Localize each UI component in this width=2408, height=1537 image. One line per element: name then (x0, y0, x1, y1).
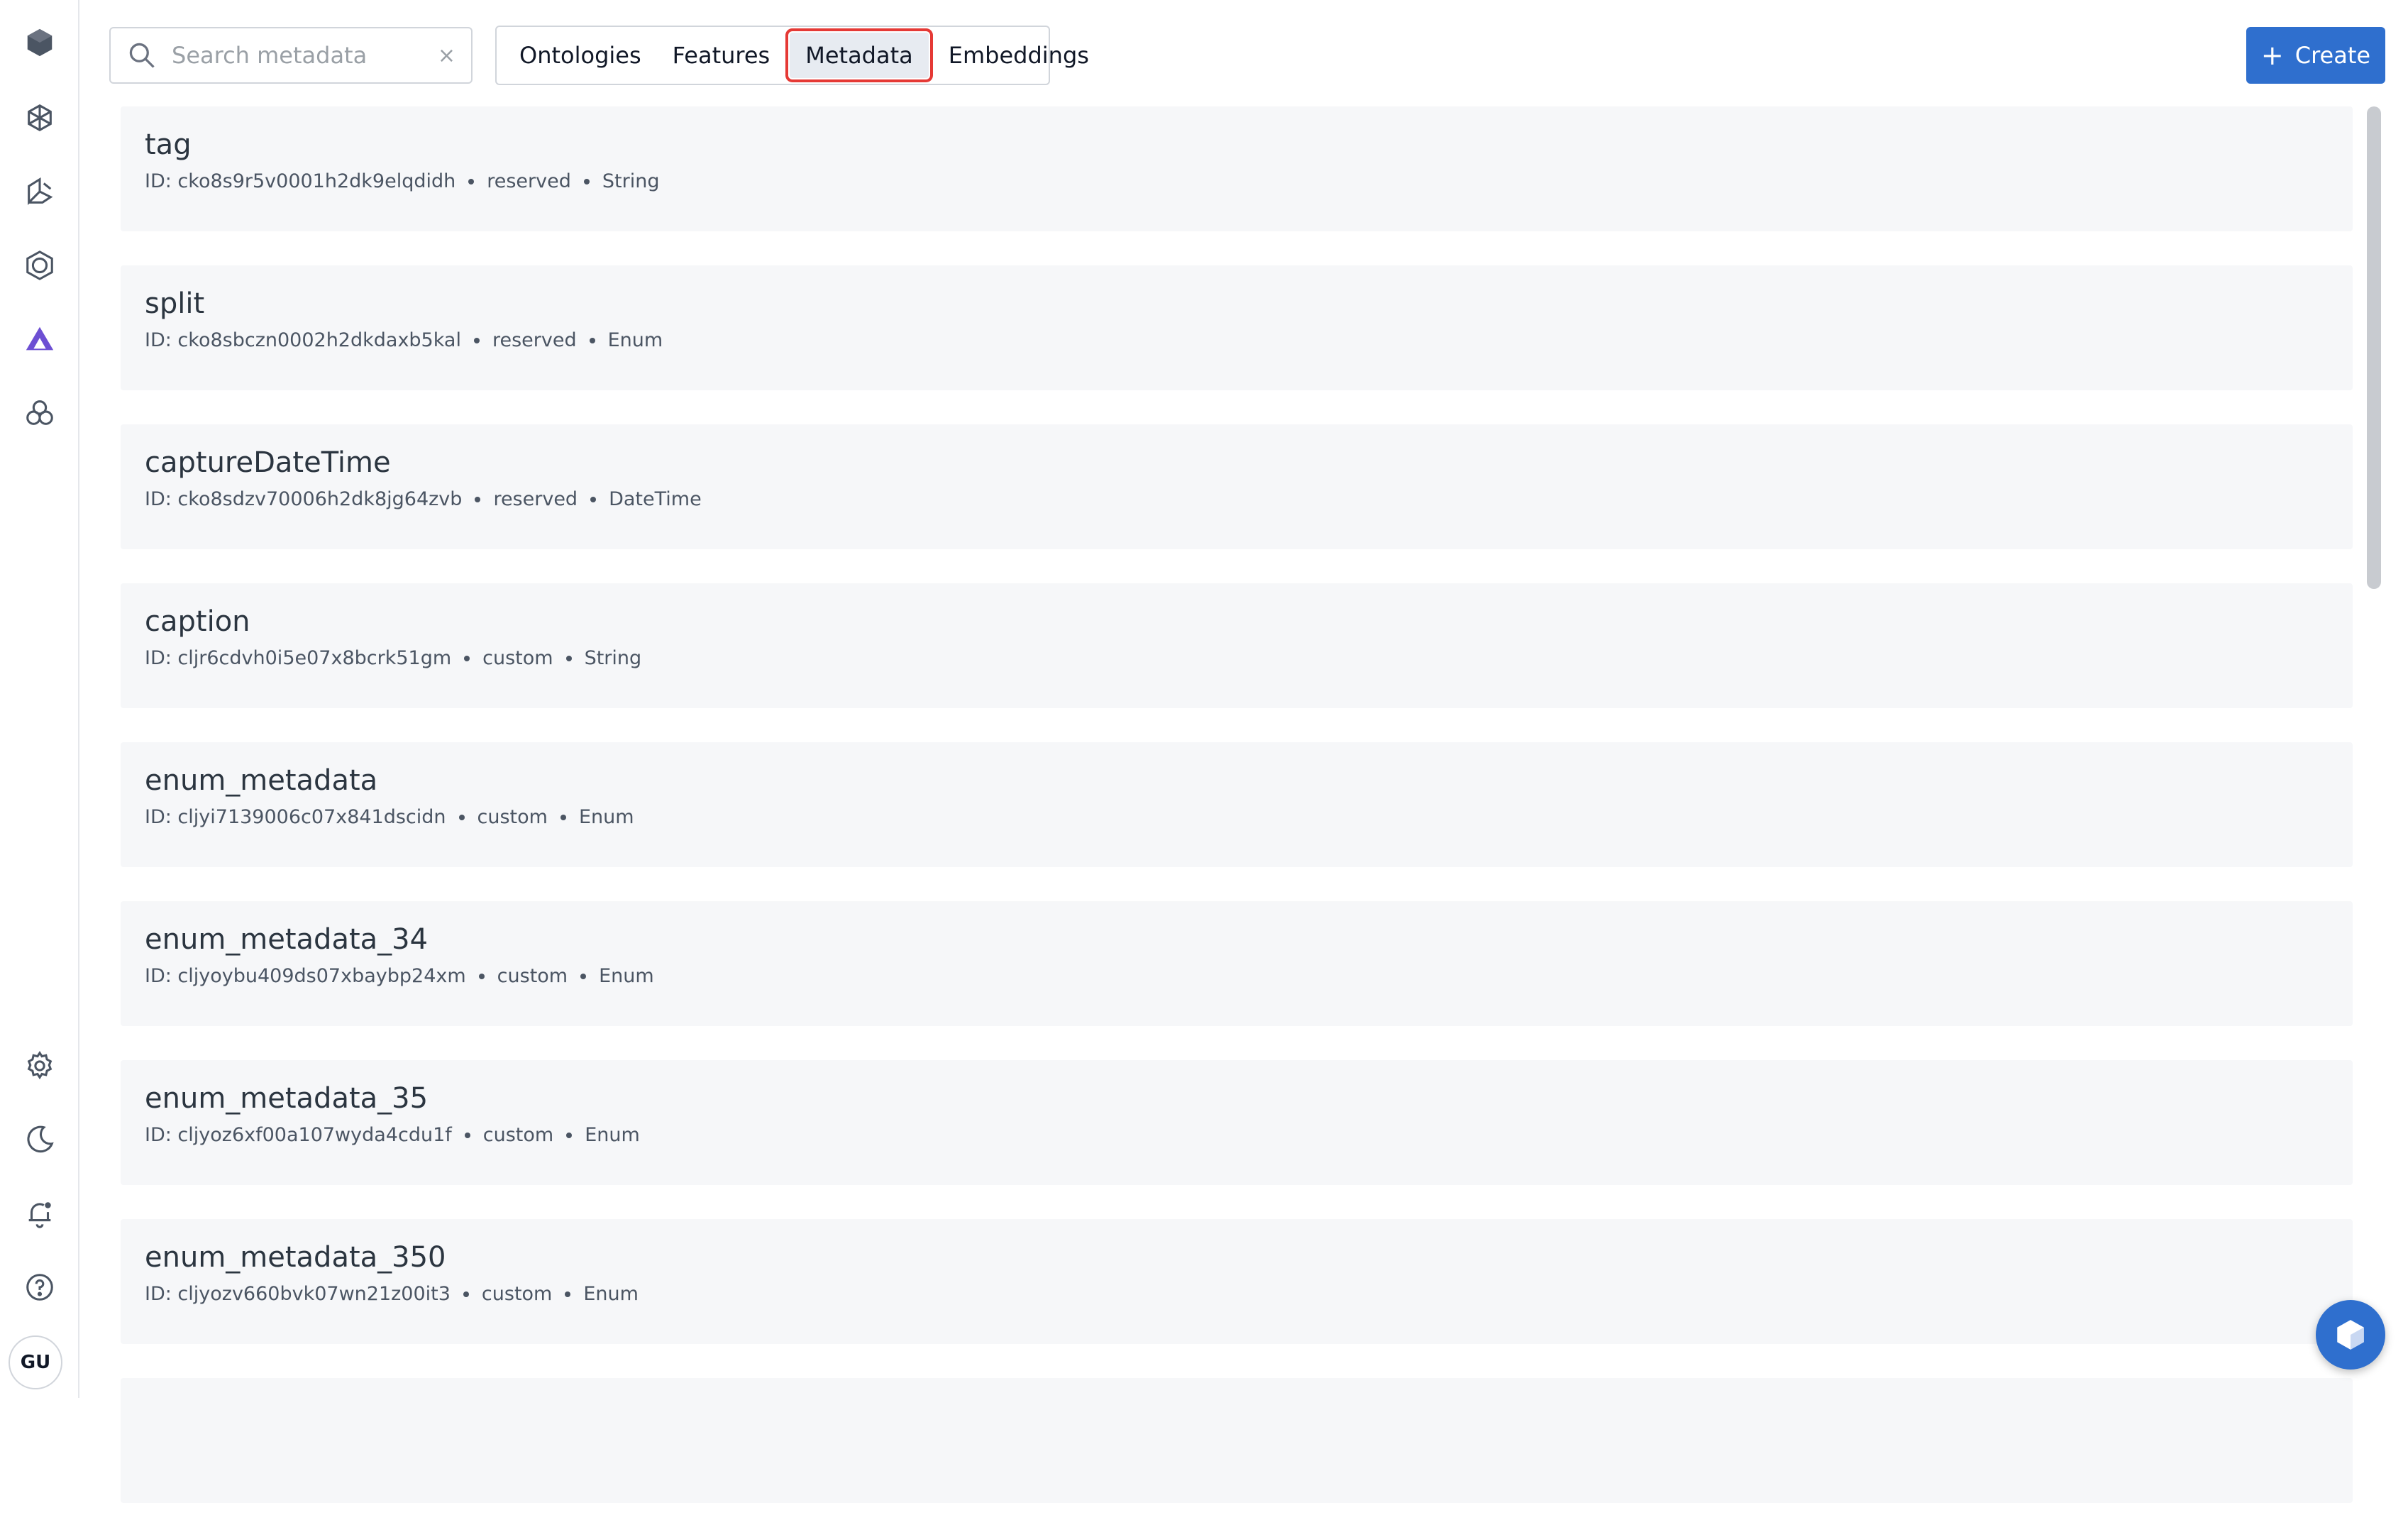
create-button[interactable]: + Create (2246, 27, 2385, 84)
left-nav-rail: GU (0, 0, 79, 1398)
schema-icon[interactable] (17, 316, 62, 362)
separator-dot (475, 496, 481, 502)
metadata-name: captureDateTime (145, 446, 391, 479)
metadata-name: caption (145, 605, 250, 638)
separator-dot (468, 178, 475, 184)
metadata-kind: reserved (487, 170, 571, 192)
separator-dot (589, 337, 595, 343)
list-item[interactable] (121, 1378, 2353, 1503)
metadata-details: ID: cko8sdzv70006h2dk8jg64zvb reserved D… (145, 488, 2329, 510)
list-item[interactable]: caption ID: cljr6cdvh0i5e07x8bcrk51gm cu… (121, 583, 2353, 708)
search-icon (126, 40, 158, 71)
metadata-details: ID: cko8s9r5v0001h2dk9elqdidh reserved S… (145, 170, 2329, 192)
metadata-type: String (602, 170, 660, 192)
metadata-id: ID: cljyi7139006c07x841dscidn (145, 806, 446, 828)
metadata-type: Enum (583, 1283, 639, 1305)
floating-help-button[interactable] (2316, 1300, 2385, 1370)
plus-icon: + (2260, 40, 2284, 71)
list-item[interactable]: enum_metadata_34 ID: cljyoybu409ds07xbay… (121, 901, 2353, 1026)
metadata-details: ID: cko8sbczn0002h2dkdaxb5kal reserved E… (145, 329, 2329, 351)
separator-dot (464, 655, 470, 661)
metadata-kind: custom (482, 647, 553, 669)
metadata-id: ID: cljr6cdvh0i5e07x8bcrk51gm (145, 647, 452, 669)
separator-dot (583, 178, 590, 184)
annotate-icon[interactable] (17, 169, 62, 214)
metadata-kind: custom (477, 806, 548, 828)
separator-dot (565, 655, 572, 661)
metadata-name: enum_metadata (145, 764, 378, 797)
search-box[interactable]: × (109, 27, 473, 84)
metadata-details: ID: cljyoz6xf00a107wyda4cdu1f custom Enu… (145, 1124, 2329, 1146)
metadata-name: split (145, 287, 205, 320)
metadata-name: enum_metadata_35 (145, 1082, 429, 1115)
metadata-kind: reserved (492, 329, 577, 351)
metadata-name: enum_metadata_34 (145, 923, 429, 956)
metadata-type: Enum (599, 965, 654, 987)
metadata-type: String (584, 647, 642, 669)
separator-dot (590, 496, 597, 502)
metadata-details: ID: cljr6cdvh0i5e07x8bcrk51gm custom Str… (145, 647, 2329, 669)
separator-dot (580, 973, 587, 979)
separator-dot (478, 973, 485, 979)
user-avatar[interactable]: GU (9, 1335, 62, 1389)
metadata-name: enum_metadata_350 (145, 1241, 446, 1274)
metadata-details: ID: cljyozv660bvk07wn21z00it3 custom Enu… (145, 1283, 2329, 1305)
logo-cube-icon (2337, 1320, 2364, 1350)
metadata-id: ID: cljyoz6xf00a107wyda4cdu1f (145, 1124, 452, 1146)
list-item[interactable]: captureDateTime ID: cko8sdzv70006h2dk8jg… (121, 424, 2353, 549)
catalog-icon[interactable] (17, 95, 62, 141)
metadata-kind: custom (481, 1283, 553, 1305)
separator-dot (463, 1291, 469, 1297)
metadata-type: Enum (585, 1124, 640, 1146)
metadata-id: ID: cljyozv660bvk07wn21z00it3 (145, 1283, 451, 1305)
separator-dot (565, 1291, 571, 1297)
list-item[interactable]: enum_metadata ID: cljyi7139006c07x841dsc… (121, 742, 2353, 867)
metadata-kind: custom (497, 965, 568, 987)
logo-cube-icon[interactable] (17, 20, 62, 65)
separator-dot (473, 337, 480, 343)
dark-mode-icon[interactable] (17, 1117, 62, 1162)
notifications-icon[interactable] (17, 1191, 62, 1236)
tab-ontologies[interactable]: Ontologies (504, 33, 657, 78)
metadata-id: ID: cko8sbczn0002h2dkdaxb5kal (145, 329, 461, 351)
metadata-id: ID: cko8sdzv70006h2dk8jg64zvb (145, 488, 463, 510)
list-item[interactable]: enum_metadata_350 ID: cljyozv660bvk07wn2… (121, 1219, 2353, 1344)
metadata-list: tag ID: cko8s9r5v0001h2dk9elqdidh reserv… (121, 106, 2353, 1537)
metadata-name: tag (145, 128, 192, 161)
section-tabs: Ontologies Features Metadata Embeddings (495, 26, 1089, 85)
metadata-id: ID: cljyoybu409ds07xbaybp24xm (145, 965, 466, 987)
metadata-details: ID: cljyi7139006c07x841dscidn custom Enu… (145, 806, 2329, 828)
list-item[interactable]: tag ID: cko8s9r5v0001h2dk9elqdidh reserv… (121, 106, 2353, 231)
help-icon[interactable] (17, 1265, 62, 1310)
metadata-kind: reserved (493, 488, 578, 510)
list-item[interactable]: enum_metadata_35 ID: cljyoz6xf00a107wyda… (121, 1060, 2353, 1185)
settings-icon[interactable] (17, 1043, 62, 1089)
metadata-type: Enum (578, 806, 634, 828)
clear-search-icon[interactable]: × (438, 43, 455, 68)
metadata-type: DateTime (609, 488, 702, 510)
tab-embeddings[interactable]: Embeddings (933, 33, 1105, 78)
search-input[interactable] (170, 41, 412, 70)
metadata-id: ID: cko8s9r5v0001h2dk9elqdidh (145, 170, 456, 192)
create-button-label: Create (2294, 42, 2371, 69)
workspace-icon[interactable] (17, 390, 62, 436)
model-icon[interactable] (17, 243, 62, 288)
separator-dot (566, 1132, 573, 1138)
metadata-details: ID: cljyoybu409ds07xbaybp24xm custom Enu… (145, 965, 2329, 987)
separator-dot (560, 814, 566, 820)
tab-features[interactable]: Features (657, 33, 786, 78)
separator-dot (458, 814, 465, 820)
separator-dot (464, 1132, 470, 1138)
metadata-kind: custom (482, 1124, 554, 1146)
metadata-type: Enum (607, 329, 663, 351)
tab-metadata[interactable]: Metadata (790, 33, 929, 78)
scrollbar-thumb[interactable] (2367, 106, 2381, 589)
list-item[interactable]: split ID: cko8sbczn0002h2dkdaxb5kal rese… (121, 265, 2353, 390)
